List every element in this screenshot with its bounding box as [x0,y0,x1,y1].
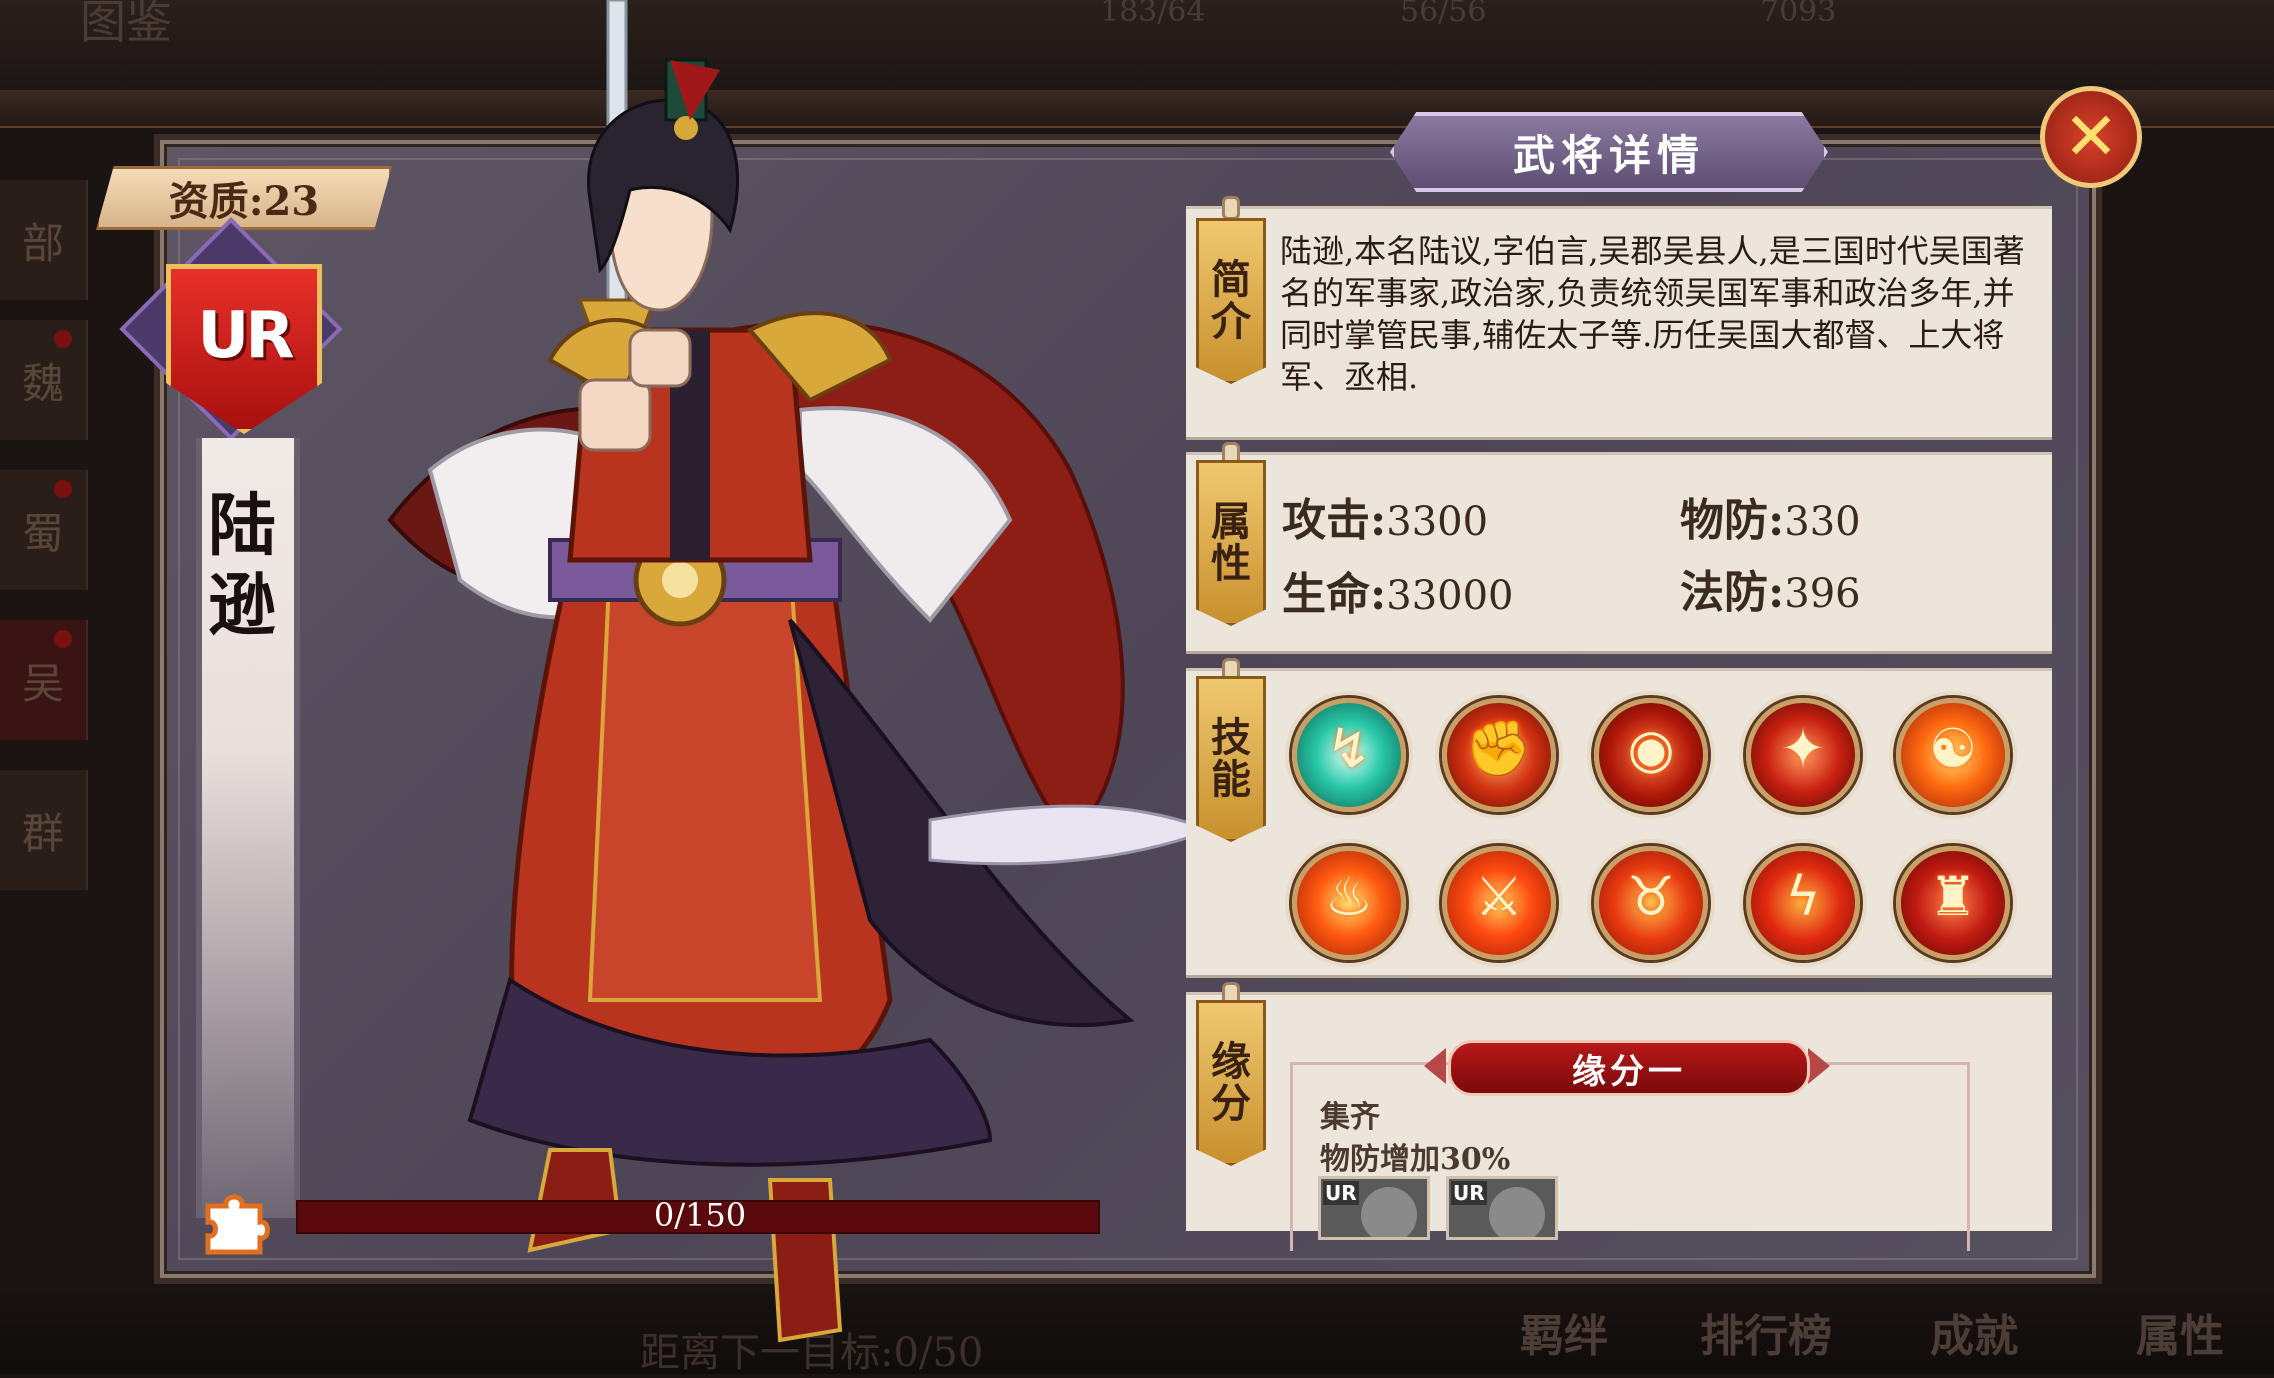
faction-tab-all[interactable]: 部 [0,180,88,300]
fire-beast-icon[interactable]: ♉ [1594,846,1708,960]
scroll-ring-icon [1222,196,1240,220]
physical-defense-stat: 物防:330 [1680,495,1861,546]
bottom-nav-ranking[interactable]: 排行榜 [1700,1300,1832,1364]
flame-armor-icon[interactable]: ♜ [1896,846,2010,960]
fire-vortex-icon[interactable]: ◉ [1594,698,1708,812]
fire-fist-icon[interactable]: ✊ [1442,698,1556,812]
bond-requirement: 集齐 [1320,1100,1380,1135]
attributes-section [1186,452,2052,654]
notification-dot [54,630,72,648]
notification-dot [54,330,72,348]
attack-stat: 攻击:3300 [1282,495,1489,546]
hp-stat: 生命:33000 [1282,569,1514,620]
intro-text: 陆逊,本名陆议,字伯言,吴郡吴县人,是三国时代吴国著名的军事家,政治家,负责统领… [1280,232,2025,396]
bond-tab: 缘分 [1196,1000,1266,1166]
faction-tab-wei[interactable]: 魏 [0,320,88,440]
faction-sidebar: 部 魏 蜀 吴 群 [0,180,90,890]
fragment-count: 0/150 [653,1196,747,1234]
bond-prev-arrow-icon[interactable] [1424,1048,1446,1084]
rarity-label: UR [197,299,294,373]
hero-name-char-2: 逊 [207,566,276,646]
bond-hero-avatar[interactable]: UR [1446,1176,1558,1240]
faction-tab-shu[interactable]: 蜀 [0,470,88,590]
bond-title: 缘分一 [1572,1051,1686,1092]
fire-swirl-icon[interactable]: ☯ [1896,698,2010,812]
quality-ribbon: 资质:23 [96,166,392,230]
skills-tab: 技能 [1196,676,1266,842]
bond-effect: 物防增加30% [1320,1142,1511,1177]
flame-slash-icon[interactable]: ⚔ [1442,846,1556,960]
intro-tab: 简介 [1196,218,1266,384]
avatar [1361,1187,1417,1237]
top-bar-title: 图鉴 [80,0,172,49]
bottom-nav-bonds[interactable]: 羁绊 [1520,1300,1608,1364]
fire-spirit-icon[interactable]: ♨ [1292,846,1406,960]
fire-strike-icon[interactable]: ✦ [1746,698,1860,812]
top-stat-3: 7093 [1760,0,1837,29]
avatar [1489,1187,1545,1237]
flame-claw-icon[interactable]: ϟ [1746,846,1860,960]
close-icon: ✕ [2063,98,2119,175]
bond-banner: 缘分一 [1448,1040,1810,1096]
attributes-tab: 属性 [1196,460,1266,626]
faction-tab-qun[interactable]: 群 [0,770,88,890]
panel-title: 武将详情 [1512,130,1705,180]
puzzle-piece-icon [205,1194,270,1255]
quality-label: 资质:23 [168,178,320,225]
notification-dot [54,480,72,498]
bottom-nav-achievements[interactable]: 成就 [1930,1300,2018,1364]
magic-defense-stat: 法防:396 [1680,567,1861,618]
panel-title-plate: 武将详情 [1390,112,1828,192]
faction-tab-wu[interactable]: 吴 [0,620,88,740]
close-button[interactable]: ✕ [2040,86,2142,188]
wind-spiral-icon[interactable]: ↯ [1292,698,1406,812]
bond-hero-avatar[interactable]: UR [1318,1176,1430,1240]
bond-next-arrow-icon[interactable] [1808,1048,1830,1084]
bottom-nav-attributes[interactable]: 属性 [2136,1300,2224,1364]
